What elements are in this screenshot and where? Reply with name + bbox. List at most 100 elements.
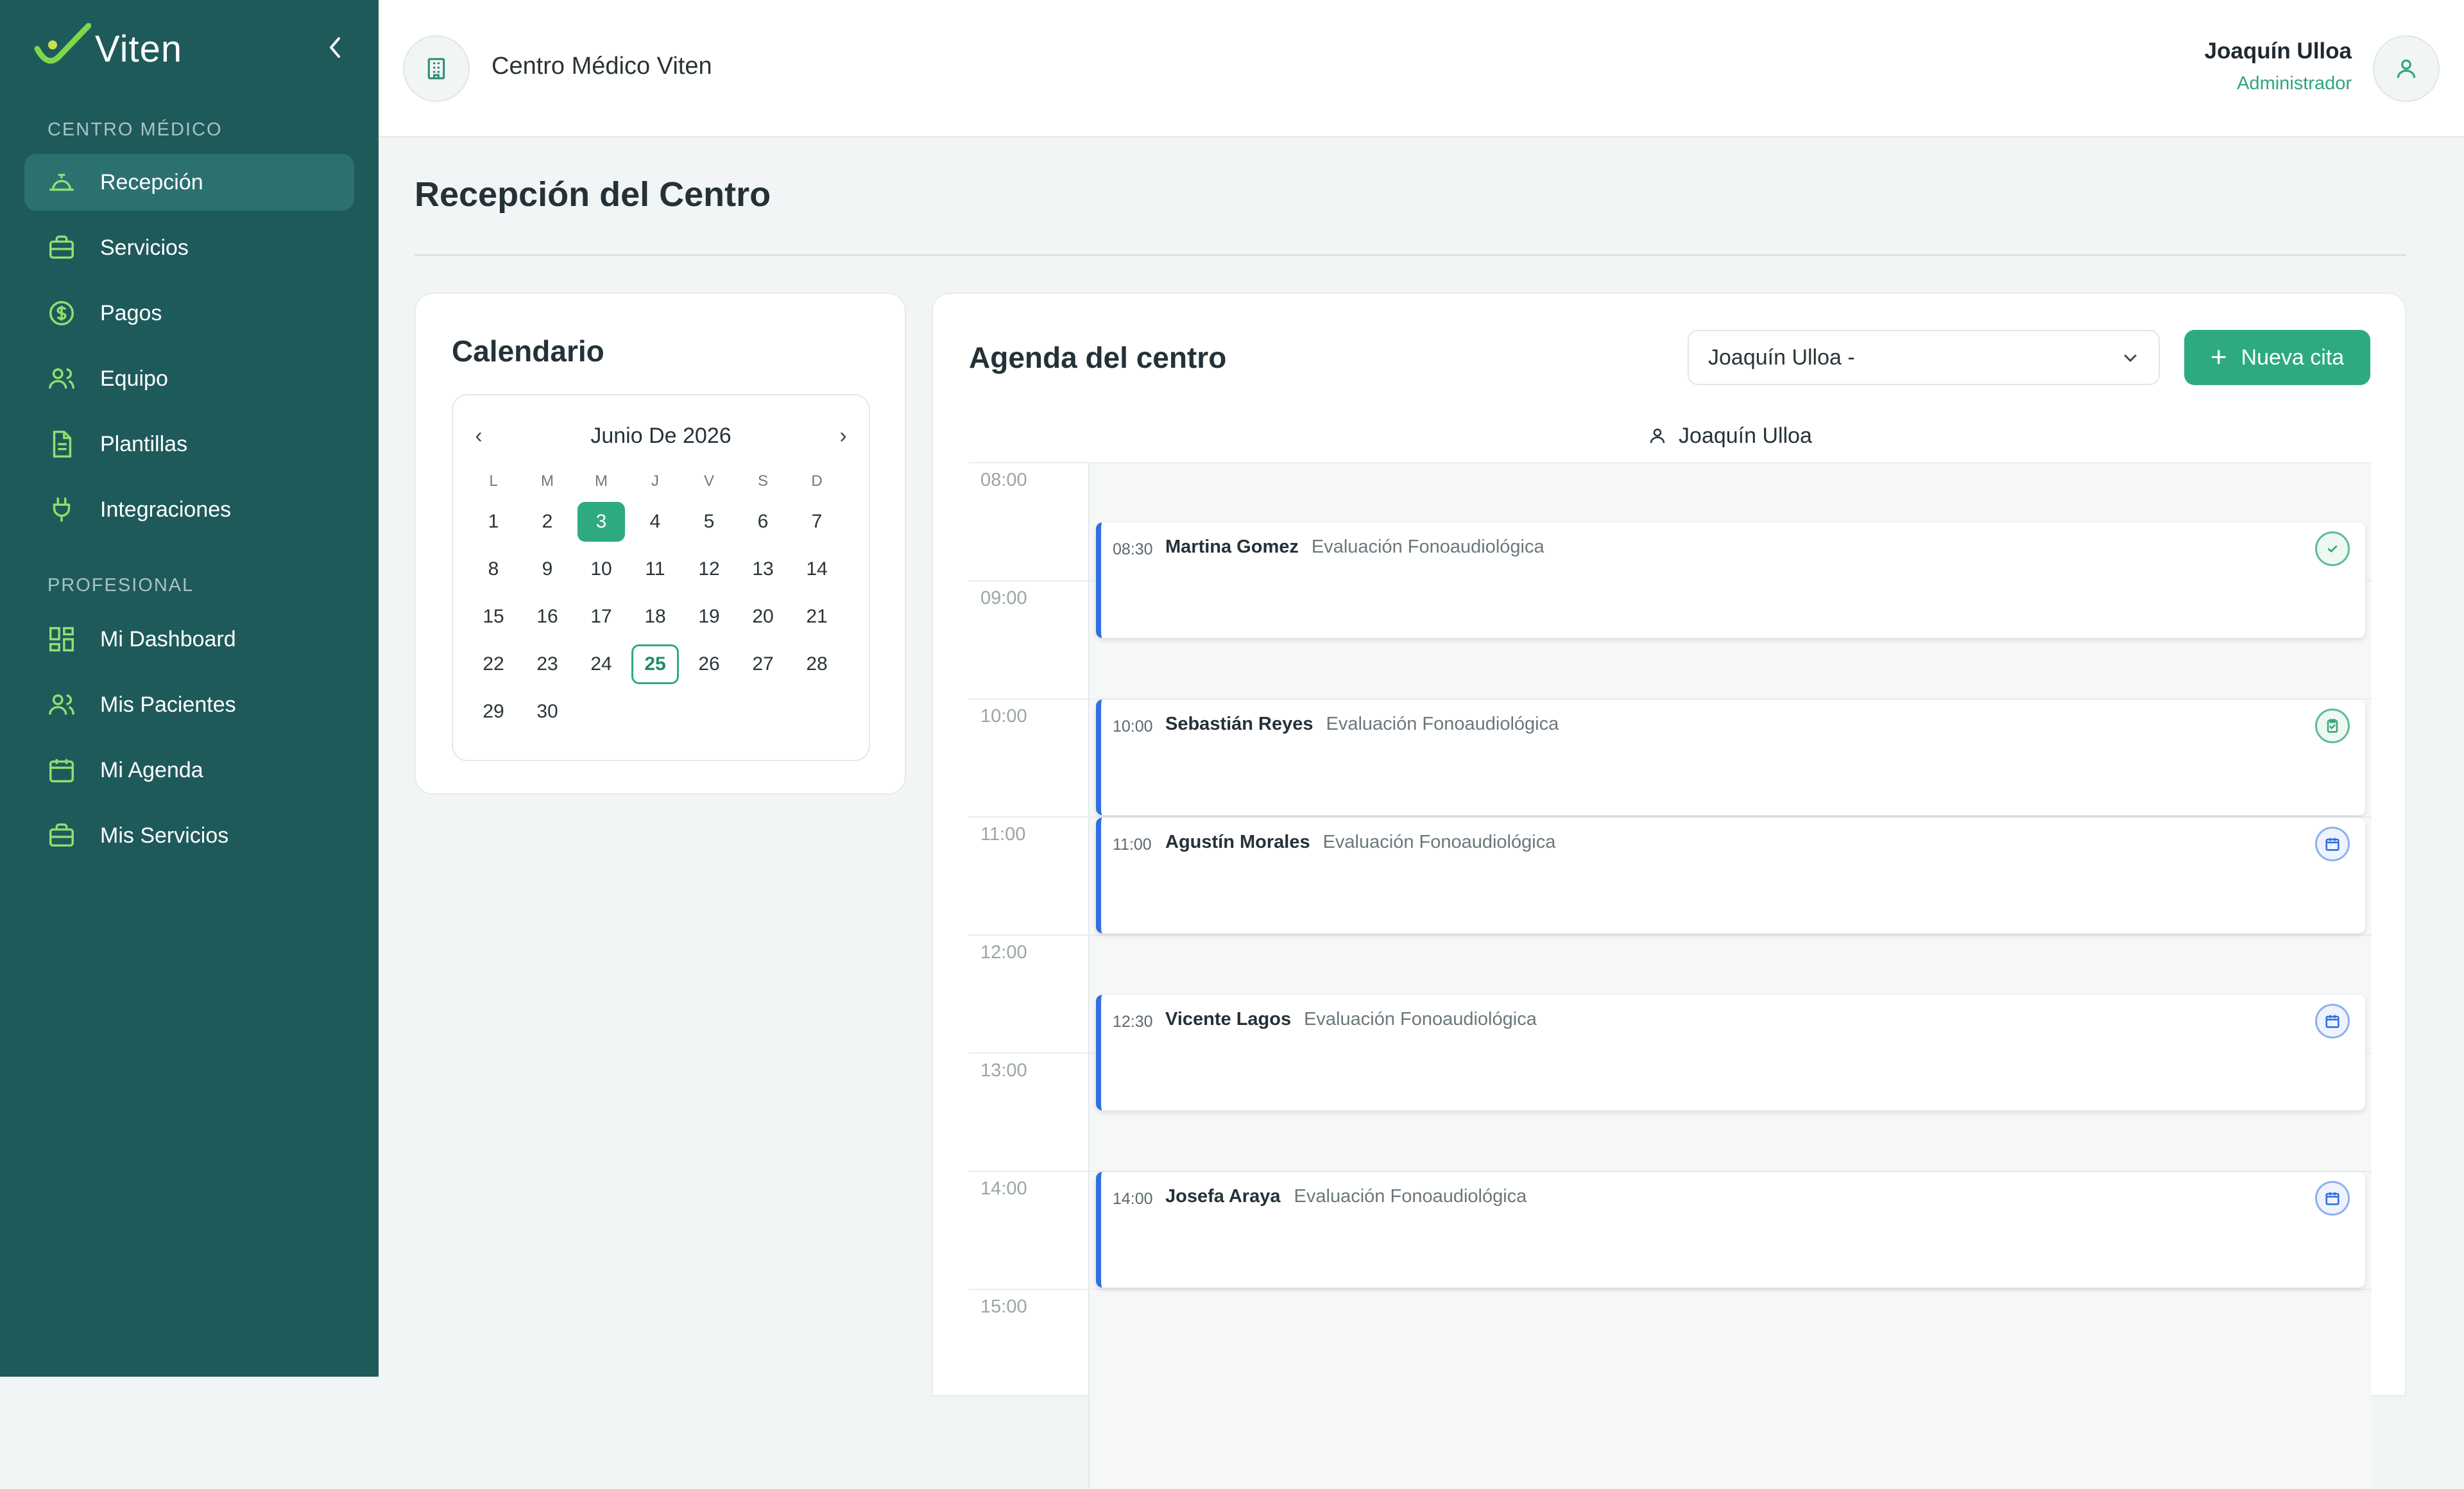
calendar-day[interactable]: 21 bbox=[793, 597, 841, 637]
calendar-card: Calendario ‹ Junio De 2026 › LMMJVSD1234… bbox=[415, 293, 906, 795]
sidebar-item-label: Mis Servicios bbox=[100, 823, 229, 848]
clipboard-check-icon[interactable] bbox=[2315, 709, 2350, 743]
calendar-day[interactable]: 1 bbox=[470, 502, 517, 542]
calendar-icon[interactable] bbox=[2315, 1004, 2350, 1038]
center-name: Centro Médico Viten bbox=[492, 53, 712, 80]
section-label-profesional: PROFESIONAL bbox=[47, 575, 194, 596]
calendar-day[interactable]: 26 bbox=[685, 644, 733, 684]
calendar-day[interactable]: 29 bbox=[470, 692, 517, 732]
building-icon bbox=[427, 58, 445, 80]
user-avatar[interactable] bbox=[2373, 35, 2440, 102]
calendar-day[interactable]: 9 bbox=[524, 549, 571, 589]
mini-calendar: ‹ Junio De 2026 › L M M J V S D 1 2 3 4 5 6 7 8 9 10 11 12… bbox=[452, 394, 870, 761]
brand-logo[interactable]: Viten bbox=[33, 23, 182, 74]
calendar-day[interactable]: 6 bbox=[739, 502, 787, 542]
sidebar-item-label: Integraciones bbox=[100, 497, 232, 522]
appointment-patient: Agustín Morales bbox=[1165, 832, 1310, 852]
appointment-service: Evaluación Fonoaudiológica bbox=[1322, 832, 1556, 852]
calendar-day[interactable]: 2 bbox=[524, 502, 571, 542]
calendar-day[interactable]: 20 bbox=[739, 597, 787, 637]
sidebar-item-label: Equipo bbox=[100, 366, 168, 391]
calendar-day[interactable]: 23 bbox=[524, 644, 571, 684]
plus-icon: + bbox=[2210, 341, 2227, 373]
page-title: Recepción del Centro bbox=[415, 175, 771, 214]
new-appointment-button[interactable]: + Nueva cita bbox=[2184, 330, 2370, 385]
agenda-card: Agenda del centro Joaquín Ulloa - + Nuev… bbox=[932, 293, 2406, 1489]
sidebar-item-mi-dashboard[interactable]: Mi Dashboard bbox=[24, 611, 354, 667]
appointment-service: Evaluación Fonoaudiológica bbox=[1294, 1186, 1527, 1207]
sidebar-item-label: Servicios bbox=[100, 235, 189, 260]
hour-label: 15:00 bbox=[980, 1296, 1027, 1317]
weekday-label: M bbox=[541, 472, 554, 490]
sidebar-item-equipo[interactable]: Equipo bbox=[24, 350, 354, 407]
calendar-day[interactable]: 4 bbox=[631, 502, 679, 542]
sidebar-item-integraciones[interactable]: Integraciones bbox=[24, 481, 354, 538]
next-month-button[interactable]: › bbox=[830, 424, 856, 449]
calendar-day[interactable]: 12 bbox=[685, 549, 733, 589]
check-circle-icon[interactable] bbox=[2315, 531, 2350, 566]
appointment-card[interactable]: 14:00 Josefa Araya Evaluación Fonoaudiológ… bbox=[1096, 1172, 2365, 1287]
calendar-day[interactable]: 3 bbox=[578, 502, 625, 542]
appointment-card[interactable]: 10:00 Sebastián Reyes Evaluación Fonoaudio… bbox=[1096, 700, 2365, 815]
sidebar-item-mi-agenda[interactable]: Mi Agenda bbox=[24, 742, 354, 798]
hour-divider bbox=[969, 462, 2372, 463]
agenda-grid: Joaquín Ulloa 08:00 09:00 10:00 11:00 12:00 1… bbox=[969, 409, 2372, 1489]
appointment-time: 12:30 bbox=[1113, 1013, 1153, 1031]
calendar-day[interactable]: 15 bbox=[470, 597, 517, 637]
user-role: Administrador bbox=[2237, 73, 2352, 94]
brand-name: Viten bbox=[95, 28, 183, 70]
dashboard-grid-icon bbox=[46, 624, 77, 655]
hour-label: 10:00 bbox=[980, 706, 1027, 727]
calendar-day[interactable]: 5 bbox=[685, 502, 733, 542]
agenda-title: Agenda del centro bbox=[969, 341, 1227, 374]
calendar-day[interactable]: 18 bbox=[631, 597, 679, 637]
calendar-day[interactable]: 22 bbox=[470, 644, 517, 684]
calendar-day[interactable]: 7 bbox=[793, 502, 841, 542]
professional-column-name: Joaquín Ulloa bbox=[1679, 423, 1812, 448]
hour-label: 14:00 bbox=[980, 1178, 1027, 1199]
calendar-day[interactable]: 14 bbox=[793, 549, 841, 589]
calendar-day[interactable]: 8 bbox=[470, 549, 517, 589]
collapse-sidebar-button[interactable] bbox=[322, 32, 348, 63]
weekday-label: L bbox=[489, 472, 498, 490]
appointment-card[interactable]: 08:30 Martina Gomez Evaluación Fonoaudioló… bbox=[1096, 522, 2365, 638]
users-icon bbox=[46, 689, 77, 720]
title-divider bbox=[415, 254, 2406, 256]
calendar-day[interactable]: 17 bbox=[578, 597, 625, 637]
sidebar-item-plantillas[interactable]: Plantillas bbox=[24, 416, 354, 472]
reception-bell-icon bbox=[46, 167, 77, 198]
calendar-day[interactable]: 16 bbox=[524, 597, 571, 637]
top-header: Centro Médico Viten Joaquín Ulloa Admini… bbox=[379, 0, 2464, 137]
chevron-left-icon bbox=[330, 37, 340, 58]
user-icon bbox=[1650, 428, 1665, 443]
center-selector-button[interactable] bbox=[403, 35, 470, 102]
professional-select-value: Joaquín Ulloa - bbox=[1708, 345, 1855, 370]
appointment-patient: Martina Gomez bbox=[1165, 537, 1299, 557]
calendar-day[interactable]: 30 bbox=[524, 692, 571, 732]
sidebar-item-pagos[interactable]: Pagos bbox=[24, 285, 354, 341]
calendar-day[interactable]: 10 bbox=[578, 549, 625, 589]
appointment-card[interactable]: 11:00 Agustín Morales Evaluación Fonoaudio… bbox=[1096, 818, 2365, 933]
calendar-day[interactable]: 24 bbox=[578, 644, 625, 684]
professional-select[interactable]: Joaquín Ulloa - bbox=[1688, 330, 2160, 385]
document-icon bbox=[46, 429, 77, 460]
calendar-day[interactable]: 13 bbox=[739, 549, 787, 589]
calendar-icon[interactable] bbox=[2315, 827, 2350, 861]
calendar-icon[interactable] bbox=[2315, 1181, 2350, 1216]
calendar-day[interactable]: 11 bbox=[631, 549, 679, 589]
sidebar-item-mis-pacientes[interactable]: Mis Pacientes bbox=[24, 676, 354, 733]
new-appointment-label: Nueva cita bbox=[2241, 345, 2345, 370]
viten-logo-icon bbox=[34, 23, 91, 64]
calendar-day[interactable]: 27 bbox=[739, 644, 787, 684]
calendar-day[interactable]: 25 bbox=[631, 644, 679, 684]
calendar-day[interactable]: 28 bbox=[793, 644, 841, 684]
appointment-card[interactable]: 12:30 Vicente Lagos Evaluación Fonoaudioló… bbox=[1096, 995, 2365, 1110]
sidebar-item-mis-servicios[interactable]: Mis Servicios bbox=[24, 807, 354, 864]
sidebar-item-label: Mis Pacientes bbox=[100, 692, 236, 717]
sidebar-item-recepcion[interactable]: Recepción bbox=[24, 154, 354, 211]
appointment-time: 10:00 bbox=[1113, 718, 1153, 736]
hour-divider bbox=[969, 934, 2372, 936]
calendar-day[interactable]: 19 bbox=[685, 597, 733, 637]
sidebar-item-servicios[interactable]: Servicios bbox=[24, 219, 354, 276]
briefcase-icon bbox=[46, 820, 77, 851]
